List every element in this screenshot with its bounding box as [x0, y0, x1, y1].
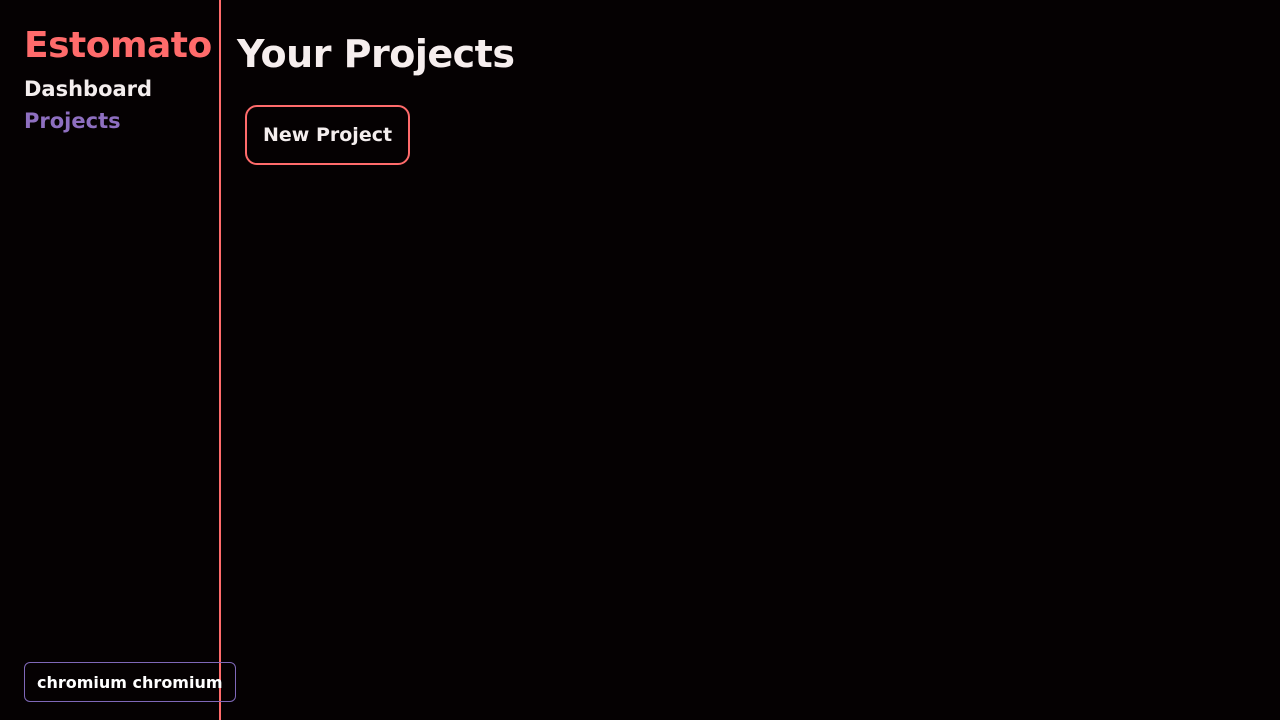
new-project-button[interactable]: New Project	[245, 105, 411, 165]
sidebar: Estomato Dashboard Projects chromium chr…	[0, 0, 236, 720]
page-title: Your Projects	[237, 32, 515, 76]
main-content: Your Projects New Project	[221, 0, 1280, 720]
sidebar-item-dashboard[interactable]: Dashboard	[24, 75, 152, 103]
sidebar-item-projects[interactable]: Projects	[24, 107, 121, 135]
app-root: Estomato Dashboard Projects chromium chr…	[0, 0, 1280, 720]
brand-logo[interactable]: Estomato	[24, 24, 212, 68]
user-menu-button[interactable]: chromium chromium	[24, 662, 236, 702]
